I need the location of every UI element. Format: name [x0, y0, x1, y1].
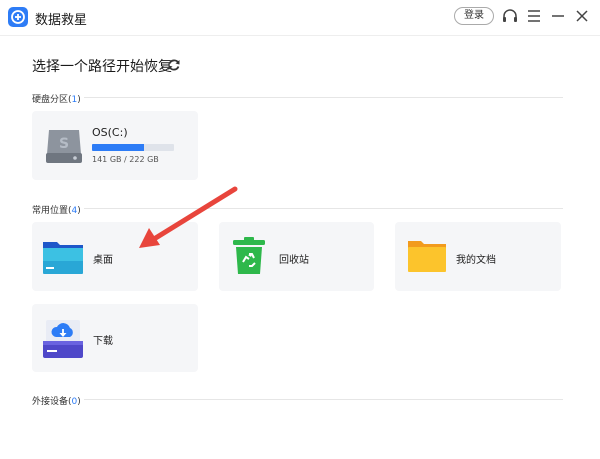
downloads-icon — [42, 319, 84, 363]
location-card-desktop[interactable]: 桌面 — [32, 222, 198, 291]
recycle-bin-icon — [231, 236, 267, 280]
section-label-text: 硬盘分区( — [32, 95, 72, 105]
page-title: 选择一个路径开始恢复 — [32, 59, 172, 75]
svg-text:S: S — [59, 136, 69, 152]
plus-circle-icon — [8, 7, 28, 27]
section-label-text: 外接设备( — [32, 397, 72, 407]
minimize-icon[interactable] — [548, 6, 568, 26]
refresh-icon[interactable] — [166, 57, 182, 73]
drive-card-c[interactable]: S OS(C:) 141 GB / 222 GB — [32, 111, 198, 180]
location-card-downloads[interactable]: 下载 — [32, 304, 198, 372]
location-card-documents[interactable]: 我的文档 — [395, 222, 561, 291]
section-label-close: ) — [77, 206, 81, 216]
hard-drive-icon: S — [45, 126, 83, 168]
location-label: 我的文档 — [456, 255, 496, 266]
section-label-disks: 硬盘分区(1) — [32, 92, 81, 105]
location-label: 下载 — [93, 336, 113, 347]
section-label-external: 外接设备(0) — [32, 394, 81, 407]
location-label: 回收站 — [279, 255, 309, 266]
section-divider — [84, 97, 563, 98]
login-button[interactable]: 登录 — [454, 7, 494, 25]
location-label: 桌面 — [93, 255, 113, 266]
drive-usage-fill — [92, 144, 145, 151]
app-title: 数据救星 — [35, 13, 88, 28]
section-label-text: 常用位置( — [32, 206, 72, 216]
title-bar: 数据救星 登录 — [0, 0, 600, 36]
menu-icon[interactable] — [524, 6, 544, 26]
section-label-close: ) — [77, 95, 81, 105]
location-card-recycle-bin[interactable]: 回收站 — [219, 222, 374, 291]
section-label-close: ) — [77, 397, 81, 407]
drive-usage-bar — [92, 144, 174, 151]
section-label-common: 常用位置(4) — [32, 203, 81, 216]
headset-icon[interactable] — [500, 6, 520, 26]
close-icon[interactable] — [572, 6, 592, 26]
drive-size: 141 GB / 222 GB — [92, 155, 159, 164]
section-divider — [84, 399, 563, 400]
desktop-folder-icon — [42, 239, 84, 279]
documents-folder-icon — [407, 238, 447, 278]
section-divider — [84, 208, 563, 209]
drive-name: OS(C:) — [92, 126, 128, 139]
